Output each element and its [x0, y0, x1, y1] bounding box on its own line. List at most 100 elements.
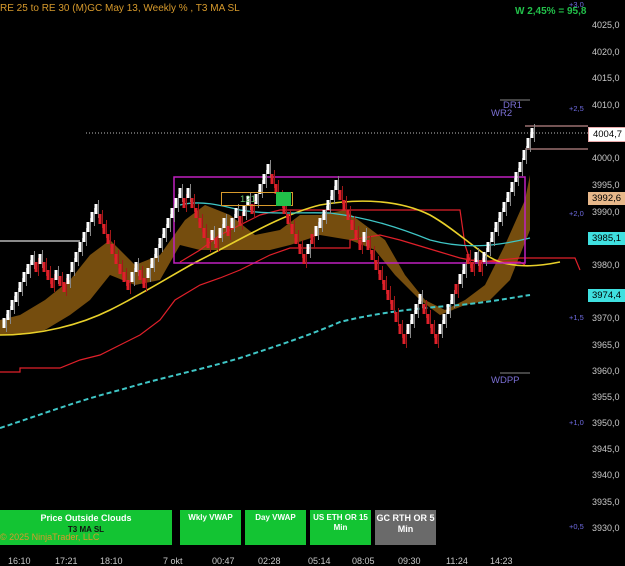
current-price-tag: 4004,7: [588, 127, 625, 142]
renko-bar: [122, 272, 126, 282]
renko-bar: [318, 218, 322, 228]
wkly-vwap-label: Wkly VWAP: [188, 513, 233, 522]
price-axis-label: 4000,0: [592, 153, 620, 163]
renko-bar: [134, 262, 138, 272]
renko-bar: [2, 318, 6, 328]
renko-bar: [518, 162, 522, 172]
renko-bar: [126, 280, 130, 290]
renko-bar: [434, 334, 438, 344]
renko-bar: [202, 228, 206, 238]
copyright: © 2025 NinjaTrader, LLC: [0, 532, 100, 542]
renko-bar: [390, 300, 394, 310]
renko-bar: [186, 188, 190, 198]
range-count: 121: [240, 194, 256, 205]
renko-bar: [98, 214, 102, 224]
renko-bar: [58, 276, 62, 286]
chart-title: RE 25 to RE 30 (M)GC May 13, Weekly % , …: [0, 3, 240, 14]
us-eth-or-button[interactable]: US ETH OR 15 Min: [310, 510, 371, 545]
day-vwap-label: Day VWAP: [255, 513, 296, 522]
renko-bar: [70, 262, 74, 272]
wr2-label: WR2: [491, 108, 513, 119]
renko-bar: [462, 264, 466, 274]
renko-bar: [418, 294, 422, 304]
price-axis-label: 3945,0: [592, 444, 620, 454]
renko-bar: [298, 244, 302, 254]
renko-bar: [482, 252, 486, 262]
renko-bar: [422, 304, 426, 314]
renko-bar: [370, 250, 374, 260]
renko-bar: [50, 278, 54, 288]
renko-bar: [158, 238, 162, 248]
price-axis-label: 3960,0: [592, 366, 620, 376]
percent-axis-label: +3,0: [569, 0, 584, 9]
renko-bar: [374, 260, 378, 270]
renko-bar: [10, 300, 14, 310]
renko-bar: [378, 270, 382, 280]
renko-bar: [494, 222, 498, 232]
gc-rth-or-button[interactable]: GC RTH OR 5 Min: [375, 510, 436, 545]
renko-bar: [142, 278, 146, 288]
renko-bar: [382, 280, 386, 290]
renko-bar: [210, 230, 214, 240]
renko-bar: [62, 282, 66, 292]
price-chart[interactable]: [0, 0, 625, 565]
price-axis-label: 3970,0: [592, 313, 620, 323]
renko-bar: [214, 238, 218, 248]
support-line-red: [0, 234, 581, 373]
price-axis-label: 3940,0: [592, 470, 620, 480]
renko-bar: [314, 226, 318, 236]
renko-bar: [362, 232, 366, 242]
renko-bar: [30, 255, 34, 265]
renko-bar: [490, 232, 494, 242]
renko-bar: [54, 270, 58, 280]
range-count-marker: [276, 192, 291, 206]
renko-bar: [470, 262, 474, 272]
renko-bar: [190, 198, 194, 208]
renko-bar: [330, 190, 334, 200]
renko-bar: [66, 274, 70, 284]
renko-bar: [226, 226, 230, 236]
renko-bar: [346, 210, 350, 220]
renko-bar: [138, 270, 142, 280]
renko-bar: [458, 274, 462, 284]
percent-axis-label: +0,5: [569, 522, 584, 531]
renko-bar: [34, 262, 38, 272]
renko-bar: [86, 222, 90, 232]
renko-bar: [270, 174, 274, 184]
renko-bar: [342, 200, 346, 210]
renko-bar: [22, 272, 26, 282]
price-axis-label: 3965,0: [592, 340, 620, 350]
renko-bar: [106, 234, 110, 244]
renko-bar: [150, 258, 154, 268]
renko-bar: [162, 228, 166, 238]
renko-bar: [206, 238, 210, 248]
renko-bar: [510, 182, 514, 192]
gc-rth-or-label: GC RTH OR 5 Min: [376, 513, 435, 534]
renko-bar: [466, 254, 470, 264]
us-eth-or-label: US ETH OR 15 Min: [313, 513, 368, 532]
renko-bar: [242, 206, 246, 216]
renko-bar: [394, 312, 398, 322]
renko-bar: [310, 234, 314, 244]
renko-bar: [398, 324, 402, 334]
renko-bar: [426, 314, 430, 324]
price-axis-label: 3950,0: [592, 418, 620, 428]
price-tag-3985: 3985,1: [588, 232, 625, 245]
renko-bar: [478, 262, 482, 272]
wkly-vwap-button[interactable]: Wkly VWAP: [180, 510, 241, 545]
renko-bar: [354, 230, 358, 240]
renko-bar: [526, 138, 530, 148]
price-axis-label: 3980,0: [592, 260, 620, 270]
renko-bar: [82, 232, 86, 242]
renko-bar: [338, 190, 342, 200]
renko-bar: [114, 254, 118, 264]
renko-bar: [130, 272, 134, 282]
price-axis-label: 3930,0: [592, 523, 620, 533]
price-axis-label: 3935,0: [592, 497, 620, 507]
day-vwap-button[interactable]: Day VWAP: [245, 510, 306, 545]
renko-bar: [166, 218, 170, 228]
renko-bar: [6, 310, 10, 320]
renko-bar: [326, 200, 330, 210]
renko-bar: [238, 216, 242, 226]
renko-bar: [194, 208, 198, 218]
